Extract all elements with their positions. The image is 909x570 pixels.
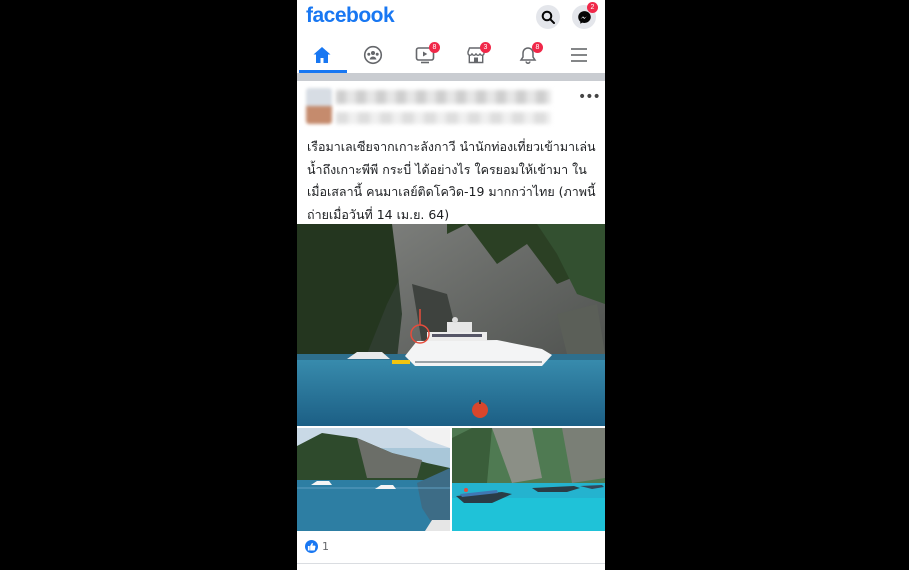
tab-home[interactable]: [297, 38, 347, 72]
facebook-mobile-page: facebook 2 8 3 8 ••• เรือมาเลเซียจากเกาะ…: [297, 0, 605, 570]
reactions-summary[interactable]: 1: [305, 540, 329, 553]
tab-groups[interactable]: [348, 38, 398, 72]
feed-separator: [297, 73, 605, 81]
messenger-button[interactable]: 2: [572, 2, 598, 29]
tab-notifications[interactable]: 8: [503, 38, 553, 72]
notifications-badge: 8: [532, 42, 543, 53]
yacht-cliff-photo: [297, 224, 605, 426]
watch-badge: 8: [429, 42, 440, 53]
search-icon: [541, 10, 555, 24]
navigation-tabs: 8 3 8: [297, 38, 605, 72]
blurred-post-meta: [336, 112, 551, 124]
tab-marketplace[interactable]: 3: [451, 38, 501, 72]
blurred-author-name: [336, 90, 551, 104]
post-caption: เรือมาเลเซียจากเกาะลังกาวี นำนักท่องเที่…: [307, 139, 596, 222]
messenger-badge: 2: [587, 2, 598, 13]
like-icon: [305, 540, 318, 553]
avatar[interactable]: [306, 88, 332, 124]
marketplace-badge: 3: [480, 42, 491, 53]
reaction-count: 1: [322, 540, 329, 553]
facebook-logo[interactable]: facebook: [306, 4, 395, 28]
bay-boat-photo: [297, 428, 450, 531]
longtail-boats-photo: [452, 428, 605, 531]
post-photo-main[interactable]: [297, 224, 605, 426]
groups-icon: [363, 45, 383, 65]
search-button[interactable]: [536, 5, 560, 29]
home-icon: [313, 47, 331, 63]
post-options-button[interactable]: •••: [578, 89, 601, 105]
post-photo-2[interactable]: [297, 428, 450, 531]
menu-icon: [571, 48, 587, 62]
tab-menu[interactable]: [554, 38, 604, 72]
tab-watch[interactable]: 8: [400, 38, 450, 72]
top-bar: facebook 2: [297, 0, 605, 36]
post-divider: [297, 563, 605, 564]
post-photo-3[interactable]: [452, 428, 605, 531]
